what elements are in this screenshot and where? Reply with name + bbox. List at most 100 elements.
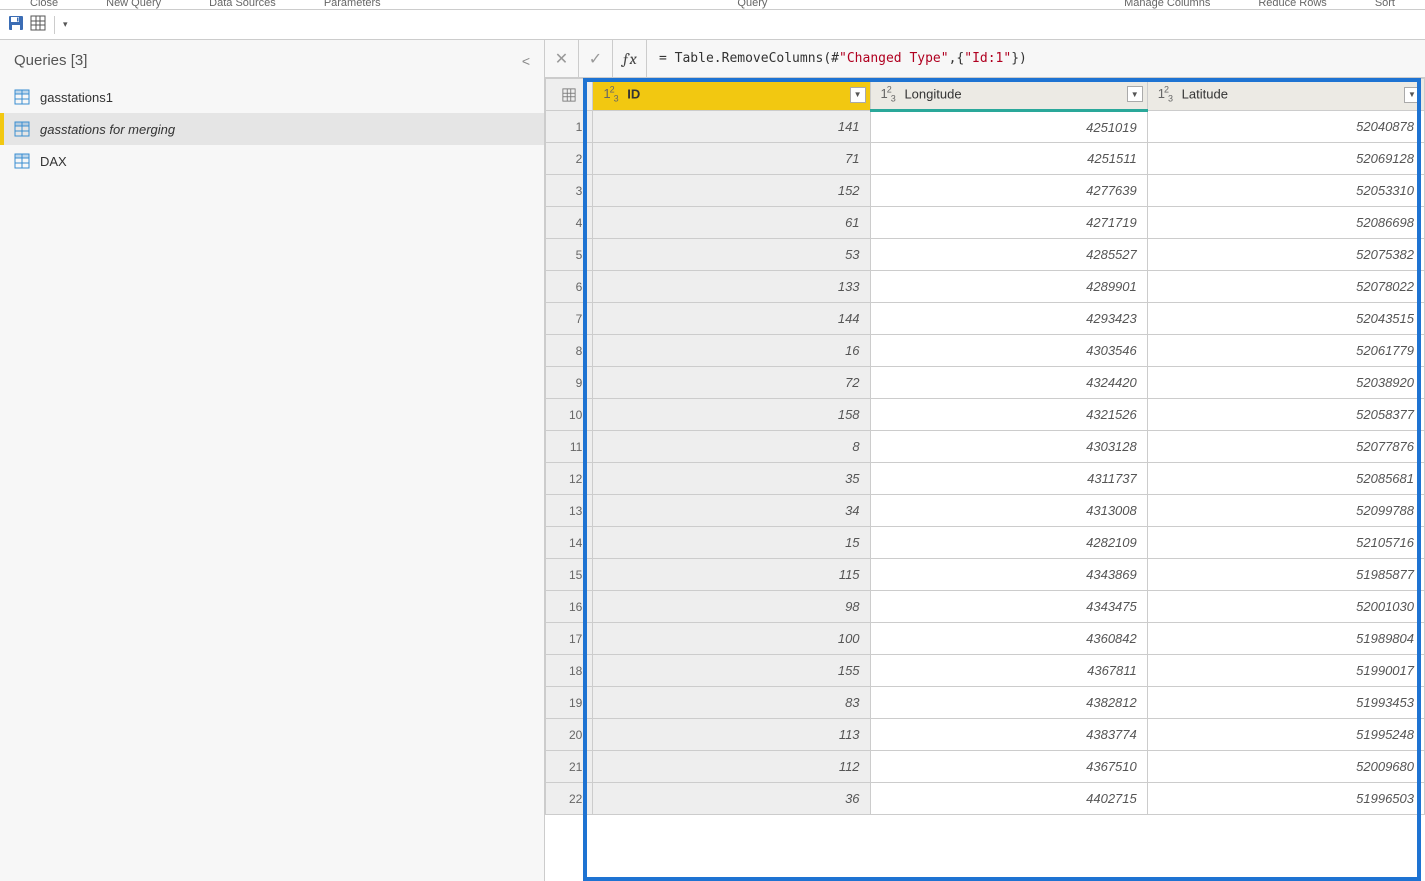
table-row[interactable]: 972432442052038920 [546, 367, 1425, 399]
cell-id[interactable]: 152 [593, 175, 870, 207]
row-number[interactable]: 17 [546, 623, 593, 655]
cell-id[interactable]: 155 [593, 655, 870, 687]
cell-latitude[interactable]: 51989804 [1147, 623, 1424, 655]
table-row[interactable]: 10158432152652058377 [546, 399, 1425, 431]
cell-latitude[interactable]: 52078022 [1147, 271, 1424, 303]
row-number[interactable]: 12 [546, 463, 593, 495]
cell-id[interactable]: 144 [593, 303, 870, 335]
row-number[interactable]: 3 [546, 175, 593, 207]
cell-longitude[interactable]: 4367811 [870, 655, 1147, 687]
cell-longitude[interactable]: 4321526 [870, 399, 1147, 431]
row-number[interactable]: 6 [546, 271, 593, 303]
fx-button[interactable]: ƒx [613, 40, 647, 77]
cell-id[interactable]: 158 [593, 399, 870, 431]
row-number[interactable]: 13 [546, 495, 593, 527]
cell-longitude[interactable]: 4402715 [870, 783, 1147, 815]
table-row[interactable]: 461427171952086698 [546, 207, 1425, 239]
row-number[interactable]: 7 [546, 303, 593, 335]
row-number[interactable]: 2 [546, 143, 593, 175]
cell-id[interactable]: 83 [593, 687, 870, 719]
table-row[interactable]: 1235431173752085681 [546, 463, 1425, 495]
row-number[interactable]: 8 [546, 335, 593, 367]
cell-longitude[interactable]: 4282109 [870, 527, 1147, 559]
table-row[interactable]: 2236440271551996503 [546, 783, 1425, 815]
table-row[interactable]: 1415428210952105716 [546, 527, 1425, 559]
cell-id[interactable]: 8 [593, 431, 870, 463]
cell-id[interactable]: 115 [593, 559, 870, 591]
row-number[interactable]: 15 [546, 559, 593, 591]
row-number[interactable]: 11 [546, 431, 593, 463]
cell-id[interactable]: 15 [593, 527, 870, 559]
cell-longitude[interactable]: 4367510 [870, 751, 1147, 783]
data-grid[interactable]: 123 ID ▼ 123 Longitude ▼ 123 Latitude [545, 78, 1425, 881]
row-number[interactable]: 21 [546, 751, 593, 783]
table-row[interactable]: 6133428990152078022 [546, 271, 1425, 303]
cell-latitude[interactable]: 51993453 [1147, 687, 1424, 719]
cell-latitude[interactable]: 51995248 [1147, 719, 1424, 751]
column-header-id[interactable]: 123 ID ▼ [593, 79, 870, 111]
cell-id[interactable]: 35 [593, 463, 870, 495]
cell-longitude[interactable]: 4303128 [870, 431, 1147, 463]
cell-latitude[interactable]: 52058377 [1147, 399, 1424, 431]
table-row[interactable]: 553428552752075382 [546, 239, 1425, 271]
cell-longitude[interactable]: 4293423 [870, 303, 1147, 335]
cell-latitude[interactable]: 52077876 [1147, 431, 1424, 463]
cell-longitude[interactable]: 4311737 [870, 463, 1147, 495]
cell-latitude[interactable]: 52086698 [1147, 207, 1424, 239]
cell-latitude[interactable]: 52040878 [1147, 111, 1424, 143]
row-number[interactable]: 16 [546, 591, 593, 623]
cell-id[interactable]: 112 [593, 751, 870, 783]
cell-latitude[interactable]: 51985877 [1147, 559, 1424, 591]
cell-latitude[interactable]: 52099788 [1147, 495, 1424, 527]
row-number[interactable]: 19 [546, 687, 593, 719]
cell-id[interactable]: 100 [593, 623, 870, 655]
table-icon[interactable] [30, 15, 46, 34]
table-menu-button[interactable] [546, 79, 593, 111]
table-row[interactable]: 816430354652061779 [546, 335, 1425, 367]
cell-longitude[interactable]: 4303546 [870, 335, 1147, 367]
cell-latitude[interactable]: 51996503 [1147, 783, 1424, 815]
row-number[interactable]: 9 [546, 367, 593, 399]
cell-longitude[interactable]: 4271719 [870, 207, 1147, 239]
cell-longitude[interactable]: 4383774 [870, 719, 1147, 751]
table-row[interactable]: 15115434386951985877 [546, 559, 1425, 591]
formula-text[interactable]: = Table.RemoveColumns(#"Changed Type",{"… [647, 51, 1039, 66]
cell-longitude[interactable]: 4324420 [870, 367, 1147, 399]
row-number[interactable]: 20 [546, 719, 593, 751]
qat-customize-dropdown[interactable]: ▾ [63, 19, 68, 30]
cell-latitude[interactable]: 52085681 [1147, 463, 1424, 495]
cell-latitude[interactable]: 52069128 [1147, 143, 1424, 175]
table-row[interactable]: 21112436751052009680 [546, 751, 1425, 783]
cell-longitude[interactable]: 4251511 [870, 143, 1147, 175]
table-row[interactable]: 1983438281251993453 [546, 687, 1425, 719]
query-item-dax[interactable]: DAX [0, 145, 544, 177]
table-row[interactable]: 18155436781151990017 [546, 655, 1425, 687]
table-row[interactable]: 3152427763952053310 [546, 175, 1425, 207]
row-number[interactable]: 5 [546, 239, 593, 271]
cell-longitude[interactable]: 4313008 [870, 495, 1147, 527]
cell-longitude[interactable]: 4343869 [870, 559, 1147, 591]
column-header-longitude[interactable]: 123 Longitude ▼ [870, 79, 1147, 111]
cell-id[interactable]: 133 [593, 271, 870, 303]
cell-id[interactable]: 71 [593, 143, 870, 175]
query-item-gasstations-for-merging[interactable]: gasstations for merging [0, 113, 544, 145]
row-number[interactable]: 22 [546, 783, 593, 815]
cell-longitude[interactable]: 4343475 [870, 591, 1147, 623]
cell-id[interactable]: 16 [593, 335, 870, 367]
cancel-formula-button[interactable]: ✕ [545, 40, 579, 77]
cell-latitude[interactable]: 52075382 [1147, 239, 1424, 271]
collapse-panel-icon[interactable]: < [522, 53, 530, 69]
cell-longitude[interactable]: 4289901 [870, 271, 1147, 303]
column-filter-dropdown[interactable]: ▼ [1404, 87, 1420, 103]
cell-latitude[interactable]: 52061779 [1147, 335, 1424, 367]
cell-longitude[interactable]: 4382812 [870, 687, 1147, 719]
row-number[interactable]: 18 [546, 655, 593, 687]
column-filter-dropdown[interactable]: ▼ [1127, 86, 1143, 102]
cell-id[interactable]: 98 [593, 591, 870, 623]
cell-longitude[interactable]: 4277639 [870, 175, 1147, 207]
cell-latitude[interactable]: 52043515 [1147, 303, 1424, 335]
column-filter-dropdown[interactable]: ▼ [850, 87, 866, 103]
table-row[interactable]: 20113438377451995248 [546, 719, 1425, 751]
cell-id[interactable]: 113 [593, 719, 870, 751]
table-row[interactable]: 7144429342352043515 [546, 303, 1425, 335]
